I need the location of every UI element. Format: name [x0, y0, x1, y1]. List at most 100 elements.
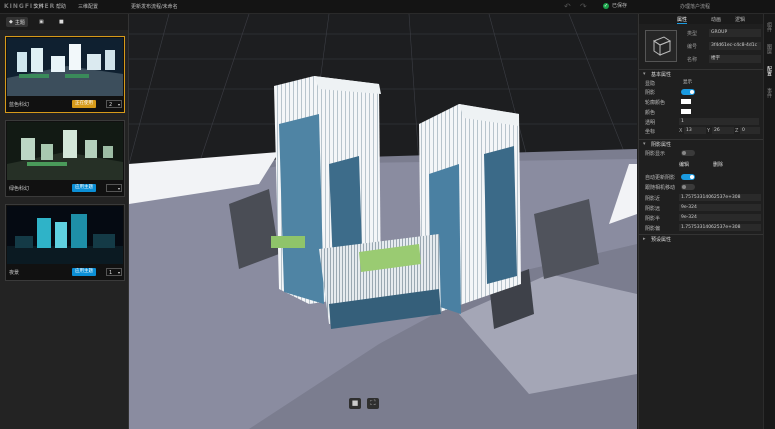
- pos-x-input[interactable]: 13: [684, 127, 706, 134]
- visible-label: 显隐: [645, 81, 656, 87]
- theme-panel: ◆ 主题 ▣ ■ 蓝色科幻 正在使用 2 ▾ 绿色科幻 应用主题 ▾ 夜景 应用…: [0, 14, 129, 429]
- menu-3d-config[interactable]: 三维配置: [78, 3, 98, 10]
- x-label: X: [679, 128, 683, 134]
- section-basic[interactable]: ▾ 基本属性: [639, 69, 764, 79]
- theme-name: 蓝色科幻: [9, 102, 30, 108]
- project-name: 办理落户流程: [680, 4, 711, 10]
- outline-color-label: 轮廓颜色: [645, 100, 666, 106]
- theme-thumbnail: [7, 206, 123, 264]
- theme-card[interactable]: 夜景 应用主题 1 ▾: [5, 204, 125, 281]
- chevron-down-icon: ▾: [643, 71, 646, 77]
- shadow-radius-input[interactable]: 9e-324: [679, 214, 761, 221]
- section-shadow-title: 阴影属性: [651, 142, 672, 148]
- menu-release-flow[interactable]: 更新发布流程/未命名: [131, 3, 178, 10]
- shadow-bias-label: 阴影偏: [645, 226, 661, 232]
- theme-name: 夜景: [9, 270, 20, 276]
- tab-image[interactable]: ▣: [36, 17, 47, 27]
- tab-video[interactable]: ■: [56, 17, 67, 27]
- tab-logic[interactable]: 逻辑: [735, 16, 745, 23]
- theme-level-select[interactable]: 1 ▾: [106, 268, 122, 276]
- side-tab-strip: 组件 图层 配置 事件: [763, 14, 775, 429]
- shadow-bias-input[interactable]: 1.75753314062537e+308: [679, 224, 761, 231]
- shadow-far-input[interactable]: 9e-324: [679, 204, 761, 211]
- section-preset[interactable]: ▸ 预设属性: [639, 234, 764, 244]
- chevron-right-icon: ▸: [643, 236, 646, 242]
- scene-render: [129, 14, 637, 429]
- redo-icon[interactable]: ↷: [580, 2, 587, 11]
- shadow-toggle[interactable]: [681, 89, 695, 95]
- section-basic-title: 基本属性: [651, 72, 672, 78]
- opacity-input[interactable]: 1: [679, 118, 759, 125]
- theme-level-value: 2: [109, 102, 113, 108]
- check-icon: ✓: [603, 2, 609, 9]
- theme-card-footer: 夜景 应用主题 1 ▾: [6, 265, 124, 280]
- shadow-label: 阴影: [645, 90, 656, 96]
- shadow-enable-toggle[interactable]: [681, 150, 695, 156]
- section-shadow[interactable]: ▾ 阴影属性: [639, 139, 764, 149]
- chevron-down-icon: ▾: [117, 186, 120, 191]
- tab-properties[interactable]: 属性: [677, 16, 688, 24]
- theme-card[interactable]: 绿色科幻 应用主题 ▾: [5, 120, 125, 197]
- visible-value[interactable]: 显示: [681, 79, 701, 86]
- tab-animation[interactable]: 动画: [711, 16, 721, 23]
- theme-level-value: 1: [109, 270, 113, 276]
- apply-theme-button[interactable]: 应用主题: [72, 184, 96, 192]
- theme-level-select[interactable]: ▾: [106, 184, 122, 192]
- theme-icon: ◆: [9, 19, 13, 25]
- z-label: Z: [735, 128, 739, 134]
- y-label: Y: [707, 128, 711, 134]
- auto-update-label: 自动更新阴影: [645, 175, 676, 181]
- chevron-down-icon: ▾: [117, 102, 120, 107]
- chevron-down-icon: ▾: [643, 141, 646, 147]
- theme-level-select[interactable]: 2 ▾: [106, 100, 122, 108]
- color-label: 颜色: [645, 110, 656, 116]
- pos-z-input[interactable]: 0: [740, 127, 760, 134]
- side-tab-components[interactable]: 组件: [766, 22, 773, 32]
- chevron-down-icon: ▾: [117, 270, 120, 275]
- color-swatch[interactable]: [681, 109, 691, 114]
- image-icon: ▣: [39, 19, 44, 25]
- shadow-far-label: 阴影远: [645, 206, 661, 212]
- info-label-name: 名称: [687, 57, 698, 63]
- section-preset-title: 预设属性: [651, 237, 672, 243]
- follow-camera-toggle[interactable]: [681, 184, 695, 190]
- theme-thumbnail: [7, 38, 123, 96]
- menu-file[interactable]: 文件: [34, 3, 44, 10]
- theme-tabs: ◆ 主题 ▣ ■: [0, 14, 128, 30]
- save-status-label: 已保存: [612, 3, 628, 9]
- side-tab-layers[interactable]: 图层: [766, 44, 773, 54]
- theme-name: 绿色科幻: [9, 186, 30, 192]
- properties-panel: 属性 动画 逻辑 类型 GROUP 编号 3f4d61ec-c4c8-4d1c …: [638, 14, 764, 429]
- undo-icon[interactable]: ↶: [564, 2, 571, 11]
- apply-theme-button[interactable]: 正在使用: [72, 100, 96, 108]
- tab-theme[interactable]: ◆ 主题: [6, 17, 28, 27]
- 3d-viewport[interactable]: ■ ⛶: [129, 14, 637, 429]
- fullscreen-icon[interactable]: ⛶: [367, 398, 379, 409]
- theme-card[interactable]: 蓝色科幻 正在使用 2 ▾: [5, 36, 125, 113]
- follow-camera-label: 跟随相机移动: [645, 185, 676, 191]
- property-tabs: 属性 动画 逻辑: [639, 14, 764, 24]
- pos-y-input[interactable]: 26: [712, 127, 734, 134]
- camera-icon[interactable]: ■: [349, 398, 361, 409]
- outline-color-swatch[interactable]: [681, 99, 691, 104]
- shadow-radius-label: 阴影半: [645, 216, 661, 222]
- delete-button[interactable]: 删除: [713, 161, 723, 168]
- info-value-id: 3f4d61ec-c4c8-4d1c: [709, 42, 761, 50]
- position-label: 坐标: [645, 129, 656, 135]
- info-value-name[interactable]: 楼宇: [709, 55, 761, 63]
- apply-theme-button[interactable]: 应用主题: [72, 268, 96, 276]
- shadow-near-input[interactable]: 1.75753314062537e+308: [679, 194, 761, 201]
- edit-button[interactable]: 编辑: [679, 161, 689, 168]
- auto-update-toggle[interactable]: [681, 174, 695, 180]
- info-value-type: GROUP: [709, 29, 761, 37]
- info-label-type: 类型: [687, 31, 698, 37]
- theme-card-footer: 绿色科幻 应用主题 ▾: [6, 181, 124, 196]
- menu-help[interactable]: 帮助: [56, 3, 66, 10]
- theme-thumbnail: [7, 122, 123, 180]
- video-icon: ■: [59, 19, 64, 25]
- side-tab-config[interactable]: 配置: [766, 66, 773, 76]
- theme-card-footer: 蓝色科幻 正在使用 2 ▾: [6, 97, 124, 112]
- side-tab-events[interactable]: 事件: [766, 88, 773, 98]
- shadow-enable-label: 阴影显示: [645, 151, 666, 157]
- shadow-near-label: 阴影近: [645, 196, 661, 202]
